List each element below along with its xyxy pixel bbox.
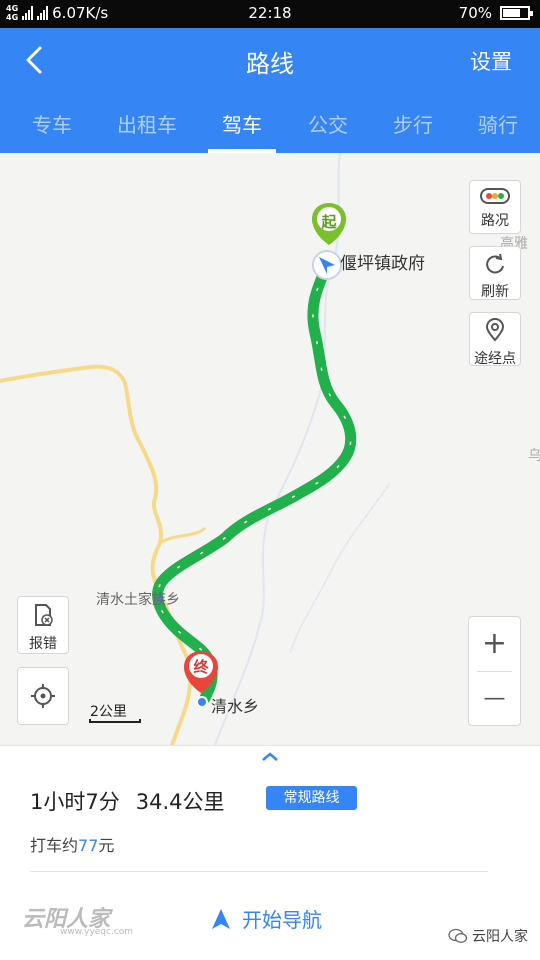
waypoint-button[interactable]: 途经点 (469, 312, 521, 367)
traffic-label: 路况 (481, 213, 509, 229)
tab-drive[interactable]: 驾车 (202, 109, 282, 138)
map-canvas (0, 153, 391, 745)
report-doc-icon (35, 604, 53, 626)
route-distance: 34.4公里 (135, 790, 225, 814)
yellow-road-2 (159, 526, 207, 545)
map-scale-bar (89, 719, 141, 723)
location-pin-icon (485, 318, 505, 342)
start-place-label: 偃坪镇政府 (340, 254, 425, 274)
taxi-suffix: 元 (98, 836, 115, 855)
traffic-light-icon (480, 188, 510, 204)
tab-walk[interactable]: 步行 (373, 109, 453, 138)
route-line (152, 257, 357, 704)
start-marker-label: 起 (321, 213, 337, 231)
tab-bike[interactable]: 骑行 (458, 109, 538, 138)
locate-me-button[interactable] (17, 667, 69, 725)
end-point-dot (196, 696, 208, 708)
chevron-up-icon[interactable] (260, 750, 280, 762)
app-header: 路线 设置 (0, 28, 540, 93)
tab-premium-car[interactable]: 专车 (12, 109, 92, 138)
taxi-price: 77 (78, 836, 99, 855)
report-label: 报错 (29, 636, 57, 652)
refresh-icon (486, 253, 504, 274)
route-stats: 1小时7分 34.4公里 (30, 786, 225, 816)
zoom-control: + — (468, 616, 521, 726)
settings-button[interactable]: 设置 (470, 46, 512, 76)
watermark-left-url: www.yyeqc.com (60, 927, 134, 937)
wechat-icon (448, 928, 468, 943)
route-type-badge: 常规路线 (266, 786, 357, 810)
status-bar: 4G 4G 6.07K/s 22:18 70% (0, 0, 540, 28)
waypoint-label: 途经点 (474, 351, 516, 367)
traffic-button[interactable]: 路况 (469, 180, 521, 234)
refresh-label: 刷新 (481, 284, 509, 300)
river-branch (289, 482, 391, 654)
watermark-right: 云阳人家 (448, 926, 528, 946)
battery-icon (500, 6, 533, 20)
end-marker-label: 终 (193, 658, 209, 676)
zoom-out-button[interactable]: — (469, 672, 520, 726)
transport-tabs: 专车 出租车 驾车 公交 步行 骑行 (0, 93, 540, 153)
status-right: 70% (458, 4, 533, 22)
report-error-button[interactable]: 报错 (17, 596, 69, 654)
route-duration: 1小时7分 (30, 790, 120, 814)
page-title: 路线 (246, 50, 294, 78)
tab-taxi[interactable]: 出租车 (107, 109, 187, 138)
tab-bus[interactable]: 公交 (288, 109, 368, 138)
watermark-left: 云阳人家 www.yyeqc.com (22, 901, 133, 937)
taxi-estimate: 打车约77元 (30, 832, 114, 856)
refresh-button[interactable]: 刷新 (469, 246, 521, 300)
panel-divider (30, 871, 488, 872)
end-place-label: 清水乡 (211, 697, 260, 716)
river-line (214, 153, 341, 745)
navigation-arrow-up-icon (212, 908, 230, 929)
village-label: 清水土家族乡 (96, 592, 180, 608)
start-navigation-label: 开始导航 (242, 908, 322, 932)
edge-label-2: 乌 (528, 448, 540, 464)
map-scale-label: 2公里 (90, 704, 127, 720)
zoom-in-button[interactable]: + (469, 617, 520, 671)
battery-percent: 70% (458, 4, 492, 22)
route-summary-panel: 1小时7分 34.4公里 常规路线 打车约77元 云阳人家 www.yyeqc.c… (0, 745, 540, 960)
map-view[interactable]: 起 终 偃坪镇政府 清水乡 清水土家族乡 高雅乡 乌 路况 刷新 途经点 报错 (0, 153, 540, 745)
start-navigation-button[interactable]: 开始导航 (210, 904, 322, 933)
locate-icon (31, 684, 55, 708)
taxi-prefix: 打车约 (30, 836, 79, 855)
watermark-right-text: 云阳人家 (472, 929, 528, 945)
